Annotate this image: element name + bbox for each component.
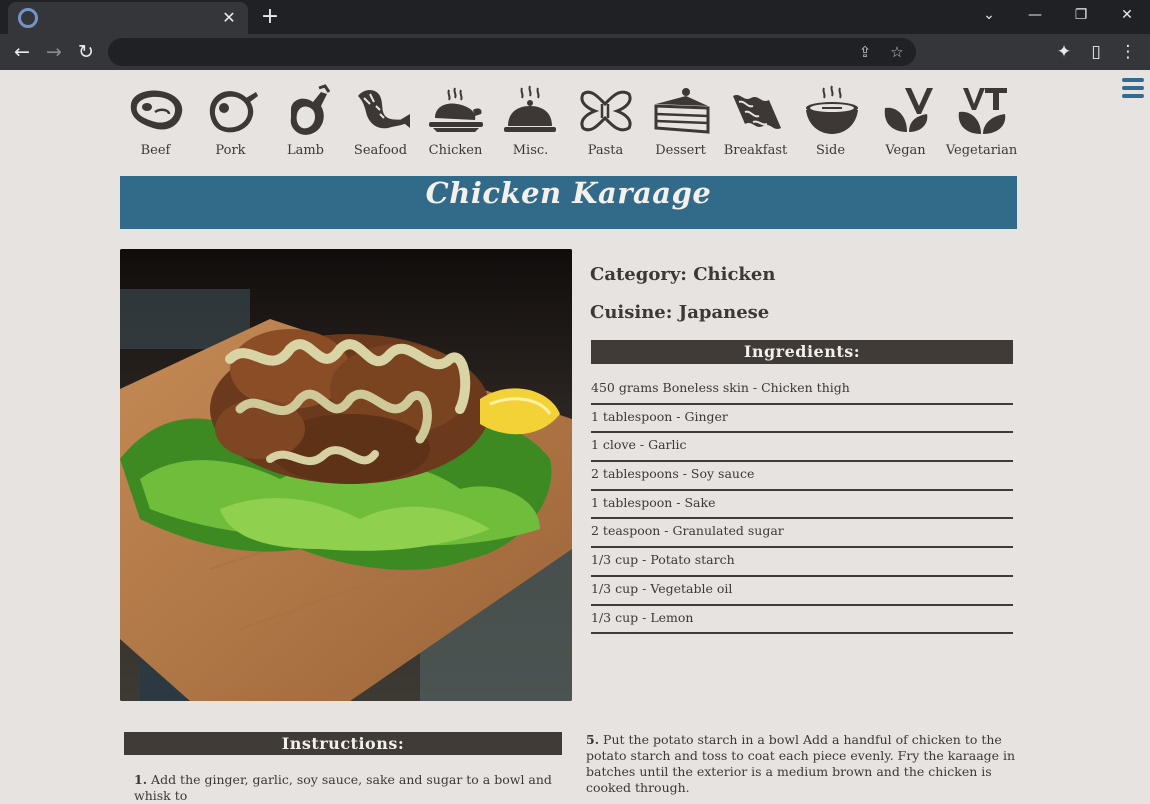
shrimp-icon (357, 90, 410, 129)
recipe-photo (120, 249, 572, 701)
browser-tab[interactable]: ✕ (8, 2, 248, 34)
step-number: 1. (134, 772, 148, 787)
vegetarian-leaf-icon (958, 88, 1007, 134)
menu-kebab-icon[interactable]: ⋮ (1114, 38, 1142, 66)
ingredient-item: 1/3 cup - Lemon (591, 606, 1013, 635)
vegan-leaf-icon (884, 88, 933, 132)
back-button[interactable]: ← (8, 38, 36, 66)
recipe-category: Category: Chicken (590, 264, 776, 285)
ingredient-item: 450 grams Boneless skin - Chicken thigh (591, 376, 1013, 405)
recipe-page: Beef Pork Lamb Seafood Chicken Misc. Pas… (0, 70, 1150, 803)
category-side[interactable]: Side (793, 78, 868, 164)
bowl-icon (805, 85, 858, 134)
roast-chicken-icon (428, 87, 483, 132)
category-label: Dessert (655, 143, 706, 158)
ingredient-item: 1/3 cup - Potato starch (591, 548, 1013, 577)
category-label: Side (815, 143, 846, 158)
instruction-step: 5. Put the potato starch in a bowl Add a… (586, 732, 1018, 796)
recipe-cuisine: Cuisine: Japanese (590, 302, 770, 323)
bacon-icon (732, 95, 781, 129)
reload-button[interactable]: ↻ (72, 38, 100, 66)
category-vegetarian[interactable]: Vegetarian (944, 78, 1019, 164)
browser-tab-strip: ✕ + ⌄ — ❐ ✕ (0, 0, 1150, 34)
share-icon[interactable]: ⇪ (854, 41, 876, 63)
close-window-button[interactable]: ✕ (1104, 0, 1150, 30)
step-number: 5. (586, 732, 600, 747)
category-label: Chicken (428, 143, 483, 158)
hamburger-menu-icon[interactable] (1122, 78, 1144, 100)
category-beef[interactable]: Beef (118, 78, 193, 164)
category-pork[interactable]: Pork (193, 78, 268, 164)
instruction-step: 1. Add the ginger, garlic, soy sauce, sa… (134, 772, 564, 804)
minimize-button[interactable]: — (1012, 0, 1058, 30)
category-chicken[interactable]: Chicken (418, 78, 493, 164)
ingredient-item: 2 teaspoon - Granulated sugar (591, 519, 1013, 549)
address-bar[interactable]: ⇪ ☆ (108, 38, 916, 66)
bookmark-star-icon[interactable]: ☆ (886, 41, 908, 63)
farfalle-icon (580, 90, 631, 132)
tab-search-button[interactable]: ⌄ (966, 0, 1012, 30)
category-label: Pork (215, 143, 246, 158)
category-label: Seafood (353, 143, 408, 158)
category-label: Beef (140, 143, 171, 158)
category-label: Lamb (286, 143, 325, 158)
steak-icon (130, 90, 182, 130)
category-lamb[interactable]: Lamb (268, 78, 343, 164)
extensions-icon[interactable]: ✦ (1050, 38, 1078, 66)
cake-slice-icon (654, 88, 709, 134)
lamb-leg-icon (290, 84, 330, 135)
ingredient-item: 1/3 cup - Vegetable oil (591, 577, 1013, 606)
forward-button[interactable]: → (40, 38, 68, 66)
category-label: Pasta (587, 143, 624, 158)
ingredient-item: 1 clove - Garlic (591, 433, 1013, 463)
category-label: Vegetarian (945, 143, 1018, 158)
step-text: Add the ginger, garlic, soy sauce, sake … (134, 772, 552, 803)
recipe-title: Chicken Karaage (425, 176, 712, 210)
category-label: Breakfast (723, 143, 788, 158)
loading-favicon-icon (18, 8, 38, 28)
cloche-icon (503, 85, 556, 132)
ingredients-list: 450 grams Boneless skin - Chicken thigh … (591, 376, 1013, 635)
ham-icon (209, 91, 258, 133)
category-label: Vegan (885, 143, 926, 158)
step-text: Put the potato starch in a bowl Add a ha… (586, 732, 1016, 795)
browser-toolbar: ← → ↻ ⇪ ☆ ✦ ▯ ⋮ (0, 34, 1150, 70)
category-nav: Beef Pork Lamb Seafood Chicken Misc. Pas… (118, 78, 1018, 164)
category-seafood[interactable]: Seafood (343, 78, 418, 164)
ingredient-item: 1 tablespoon - Ginger (591, 405, 1013, 434)
new-tab-button[interactable]: + (258, 5, 282, 29)
category-vegan[interactable]: Vegan (868, 78, 943, 164)
category-dessert[interactable]: Dessert (643, 78, 718, 164)
category-pasta[interactable]: Pasta (568, 78, 643, 164)
ingredient-item: 2 tablespoons - Soy sauce (591, 462, 1013, 491)
category-label: Misc. (512, 143, 549, 158)
category-misc[interactable]: Misc. (493, 78, 568, 164)
ingredients-heading: Ingredients: (591, 340, 1013, 364)
restore-button[interactable]: ❐ (1058, 0, 1104, 30)
category-breakfast[interactable]: Breakfast (718, 78, 793, 164)
instructions-heading: Instructions: (124, 732, 562, 755)
ingredient-item: 1 tablespoon - Sake (591, 491, 1013, 520)
recipe-title-bar: Chicken Karaage (120, 176, 1017, 229)
side-panel-icon[interactable]: ▯ (1082, 38, 1110, 66)
tab-close-button[interactable]: ✕ (218, 7, 240, 29)
